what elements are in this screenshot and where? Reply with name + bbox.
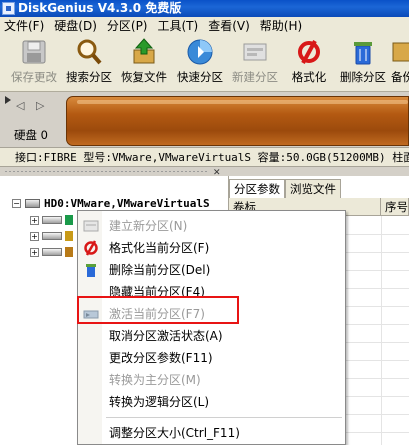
tab-partition-params[interactable]: 分区参数: [229, 179, 285, 198]
tab-browse-files[interactable]: 浏览文件: [285, 179, 341, 198]
quick-partition-button[interactable]: 快速分区: [174, 38, 226, 90]
collapse-wedge-icon[interactable]: [5, 96, 11, 104]
format-icon: [84, 240, 98, 256]
backup-partition-button[interactable]: 备份分: [391, 38, 409, 90]
tree-partition-3[interactable]: +: [30, 246, 73, 258]
menu-view[interactable]: 查看(V): [204, 17, 256, 36]
recover-files-button[interactable]: 恢复文件: [118, 38, 170, 90]
title-bar: DiskGenius V4.3.0 免费版: [0, 0, 409, 17]
tree-root-label: HD0:VMware,VMwareVirtualS: [44, 196, 210, 210]
delete-partition-label: 删除分区: [340, 70, 386, 84]
menu-item-label: 取消分区激活状态(A): [109, 329, 223, 343]
menu-tools[interactable]: 工具(T): [154, 17, 205, 36]
tree-partition-2[interactable]: +: [30, 230, 73, 242]
new-partition-icon: [83, 220, 99, 232]
format-button[interactable]: 格式化: [285, 38, 333, 90]
disk-map: ◁ ▷ 硬盘 0: [0, 92, 409, 148]
menu-item-label: 隐藏当前分区(F4): [109, 285, 205, 299]
partition-tag-icon: [65, 247, 73, 257]
menu-separator: [106, 417, 342, 418]
volume-icon: [42, 232, 62, 240]
context-menu: 建立新分区(N) 格式化当前分区(F) 删除当前分区(Del) 隐藏当前分区(F…: [77, 210, 346, 445]
volume-icon: [42, 248, 62, 256]
menu-item-label: 更改分区参数(F11): [109, 351, 213, 365]
search-partition-button[interactable]: 搜索分区: [63, 38, 115, 90]
new-partition-icon: [241, 38, 269, 66]
menu-help[interactable]: 帮助(H): [256, 17, 308, 36]
menu-partition[interactable]: 分区(P): [103, 17, 154, 36]
recover-files-label: 恢复文件: [121, 70, 167, 84]
menu-item-new-partition[interactable]: 建立新分区(N): [78, 215, 345, 237]
menu-item-hide-partition[interactable]: 隐藏当前分区(F4): [78, 281, 345, 303]
tree-partition-1[interactable]: +: [30, 214, 73, 226]
save-changes-button[interactable]: 保存更改: [8, 38, 60, 90]
save-changes-label: 保存更改: [11, 70, 57, 84]
toolbar: 保存更改 搜索分区 恢复文件 快速分区 新建分区 格式化 删除分区 备份: [0, 36, 409, 92]
menu-item-label: 建立新分区(N): [109, 219, 188, 233]
menu-item-label: 激活当前分区(F7): [109, 307, 205, 321]
menu-item-activate-partition[interactable]: 激活当前分区(F7): [78, 303, 345, 325]
menu-item-label: 调整分区大小(Ctrl_F11): [109, 426, 240, 440]
details-tabs: 分区参数 浏览文件: [229, 179, 341, 198]
format-icon: [295, 38, 323, 66]
collapse-icon[interactable]: −: [12, 198, 21, 208]
search-icon: [75, 38, 103, 66]
column-index[interactable]: 序号: [381, 198, 409, 215]
menu-item-deactivate-partition[interactable]: 取消分区激活状态(A): [78, 325, 345, 347]
new-partition-button[interactable]: 新建分区: [229, 38, 281, 90]
backup-partition-label: 备份分: [391, 70, 409, 84]
recover-files-icon: [130, 38, 158, 66]
partition-tag-icon: [65, 231, 73, 241]
disk-label: 硬盘 0: [14, 128, 48, 142]
disk-info-bar: 接口:FIBRE 型号:VMware,VMwareVirtualS 容量:50.…: [0, 148, 409, 167]
menu-item-label: 删除当前分区(Del): [109, 263, 211, 277]
menu-item-label: 转换为逻辑分区(L): [109, 395, 210, 409]
app-icon: [2, 2, 15, 15]
format-label: 格式化: [291, 70, 327, 84]
pane-splitter[interactable]: [0, 167, 229, 176]
menu-item-convert-primary[interactable]: 转换为主分区(M): [78, 369, 345, 391]
search-partition-label: 搜索分区: [66, 70, 112, 84]
save-icon: [20, 38, 48, 66]
menu-item-delete-partition[interactable]: 删除当前分区(Del): [78, 259, 345, 281]
delete-partition-button[interactable]: 删除分区: [337, 38, 389, 90]
menu-bar: 文件(F) 硬盘(D) 分区(P) 工具(T) 查看(V) 帮助(H): [0, 17, 409, 36]
expand-icon[interactable]: +: [30, 231, 39, 241]
activate-icon: [83, 310, 99, 319]
delete-partition-icon: [349, 38, 377, 66]
quick-partition-label: 快速分区: [177, 70, 223, 84]
menu-item-label: 格式化当前分区(F): [109, 241, 210, 255]
backup-icon: [391, 38, 409, 66]
hard-disk-icon: [25, 198, 40, 208]
delete-icon: [86, 264, 96, 277]
disk-nav-arrows[interactable]: ◁ ▷: [16, 99, 48, 112]
menu-item-format-partition[interactable]: 格式化当前分区(F): [78, 237, 345, 259]
menu-item-resize-partition[interactable]: 调整分区大小(Ctrl_F11): [78, 422, 345, 444]
volume-icon: [42, 216, 62, 224]
new-partition-label: 新建分区: [232, 70, 278, 84]
quick-partition-icon: [186, 38, 214, 66]
menu-item-change-params[interactable]: 更改分区参数(F11): [78, 347, 345, 369]
expand-icon[interactable]: +: [30, 247, 39, 257]
window-title: DiskGenius V4.3.0 免费版: [18, 1, 182, 15]
menu-item-label: 转换为主分区(M): [109, 373, 201, 387]
menu-item-convert-logical[interactable]: 转换为逻辑分区(L): [78, 391, 345, 413]
tree-root-disk[interactable]: − HD0:VMware,VMwareVirtualS: [12, 196, 210, 210]
menu-file[interactable]: 文件(F): [0, 17, 50, 36]
expand-icon[interactable]: +: [30, 215, 39, 225]
partition-bar[interactable]: [66, 96, 409, 146]
partition-tag-icon: [65, 215, 73, 225]
menu-disk[interactable]: 硬盘(D): [50, 17, 103, 36]
